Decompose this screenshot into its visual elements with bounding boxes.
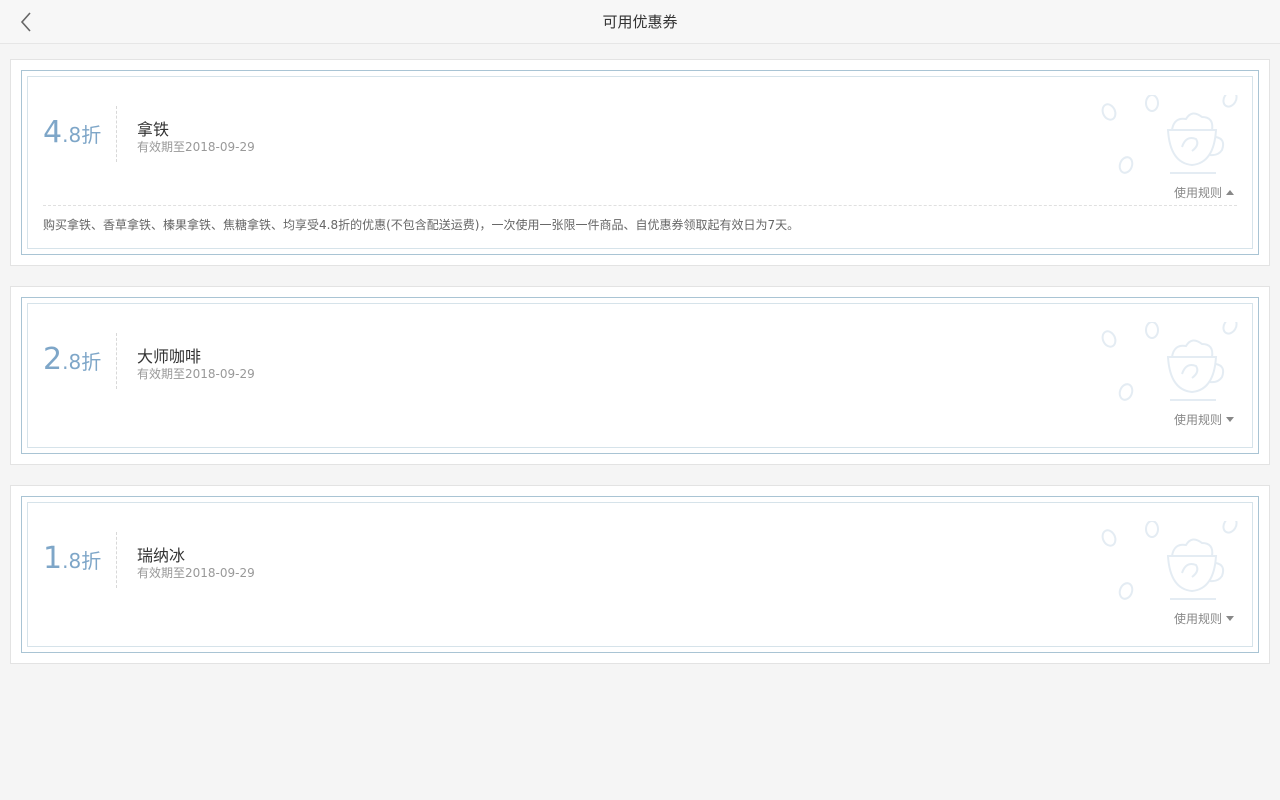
coupon-frame: 4.8折 拿铁 有效期至2018-09-29 使用规则 购买拿铁、香草拿铁、榛果… xyxy=(21,70,1259,255)
coupon-frame: 2.8折 大师咖啡 有效期至2018-09-29 使用规则 xyxy=(21,297,1259,454)
caret-down-icon xyxy=(1226,616,1234,621)
coupon-validity: 有效期至2018-09-29 xyxy=(137,140,255,154)
coffee-cup-icon xyxy=(1101,521,1238,600)
coffee-cup-icon xyxy=(1101,95,1238,174)
horizontal-divider xyxy=(43,205,1237,206)
usage-rules-toggle[interactable]: 使用规则 xyxy=(1174,184,1234,201)
coupon-frame: 1.8折 瑞纳冰 有效期至2018-09-29 使用规则 xyxy=(21,496,1259,653)
discount-integer: 2 xyxy=(43,342,63,377)
discount-fraction: .8 xyxy=(62,123,82,147)
coupon-name: 拿铁 xyxy=(137,120,170,139)
discount-fraction: .8 xyxy=(62,549,82,573)
discount-value: 2.8折 xyxy=(43,342,117,377)
coupon-inner-border: 2.8折 大师咖啡 有效期至2018-09-29 使用规则 xyxy=(27,303,1253,448)
discount-value: 4.8折 xyxy=(43,115,117,150)
discount-integer: 4 xyxy=(43,115,63,150)
discount-fraction: .8 xyxy=(62,350,82,374)
page-title: 可用优惠券 xyxy=(602,13,678,31)
usage-rules-label: 使用规则 xyxy=(1173,413,1222,427)
coupon-name: 大师咖啡 xyxy=(137,347,202,366)
vertical-divider xyxy=(116,106,117,162)
coupon-card: 1.8折 瑞纳冰 有效期至2018-09-29 使用规则 xyxy=(10,485,1270,664)
coupon-inner-border: 1.8折 瑞纳冰 有效期至2018-09-29 使用规则 xyxy=(27,502,1253,647)
coupon-inner-border: 4.8折 拿铁 有效期至2018-09-29 使用规则 购买拿铁、香草拿铁、榛果… xyxy=(27,76,1253,249)
usage-rules-text: 购买拿铁、香草拿铁、榛果拿铁、焦糖拿铁、均享受4.8折的优惠(不包含配送运费)，… xyxy=(43,218,800,232)
discount-integer: 1 xyxy=(43,541,63,576)
coupon-validity: 有效期至2018-09-29 xyxy=(137,566,255,580)
vertical-divider xyxy=(116,532,117,588)
coupon-validity: 有效期至2018-09-29 xyxy=(137,367,255,381)
discount-unit: 折 xyxy=(81,350,102,374)
caret-down-icon xyxy=(1226,417,1234,422)
discount-unit: 折 xyxy=(81,123,102,147)
usage-rules-toggle[interactable]: 使用规则 xyxy=(1174,610,1234,627)
caret-up-icon xyxy=(1226,190,1234,195)
coupon-name: 瑞纳冰 xyxy=(137,546,186,565)
usage-rules-label: 使用规则 xyxy=(1173,612,1222,626)
discount-unit: 折 xyxy=(81,549,102,573)
coupon-card: 4.8折 拿铁 有效期至2018-09-29 使用规则 购买拿铁、香草拿铁、榛果… xyxy=(10,59,1270,266)
coupon-card: 2.8折 大师咖啡 有效期至2018-09-29 使用规则 xyxy=(10,286,1270,465)
discount-value: 1.8折 xyxy=(43,541,117,576)
usage-rules-label: 使用规则 xyxy=(1173,186,1222,200)
top-bar: 可用优惠券 xyxy=(0,0,1280,44)
vertical-divider xyxy=(116,333,117,389)
usage-rules-toggle[interactable]: 使用规则 xyxy=(1174,411,1234,428)
coffee-cup-icon xyxy=(1101,322,1238,401)
